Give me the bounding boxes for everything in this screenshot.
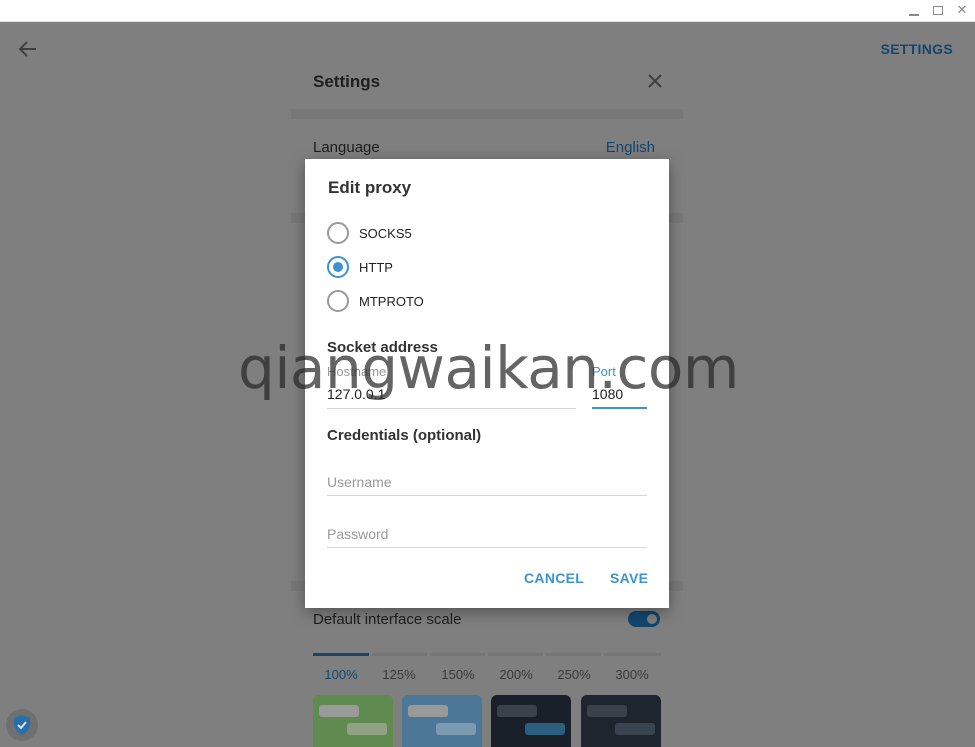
password-field[interactable] — [327, 518, 647, 548]
theme-tile-green[interactable] — [313, 695, 393, 747]
scale-segment — [546, 653, 601, 656]
close-icon: ✕ — [956, 3, 968, 18]
scale-option-125[interactable]: 125% — [371, 667, 427, 682]
scale-segment — [430, 653, 485, 656]
window-close-button[interactable]: ✕ — [954, 3, 970, 19]
minimize-button[interactable] — [906, 3, 922, 19]
theme-tile-night[interactable] — [581, 695, 661, 747]
bubble-preview — [319, 705, 359, 717]
language-value[interactable]: English — [606, 139, 655, 156]
interface-scale-toggle[interactable] — [628, 611, 660, 627]
radio-http[interactable]: HTTP — [326, 256, 526, 280]
settings-close-button[interactable] — [645, 71, 665, 91]
radio-button[interactable] — [327, 290, 349, 312]
scale-segment — [488, 653, 543, 656]
radio-label: MTPROTO — [359, 294, 424, 309]
arrow-left-icon — [18, 41, 36, 57]
radio-selected-dot — [333, 262, 343, 272]
field-underline — [327, 547, 647, 548]
save-button[interactable]: SAVE — [610, 570, 648, 586]
field-underline — [327, 408, 576, 409]
bubble-preview — [615, 723, 655, 735]
back-button[interactable] — [16, 38, 40, 60]
minimize-icon — [909, 14, 919, 16]
security-badge[interactable] — [6, 709, 38, 741]
radio-mtproto[interactable]: MTPROTO — [326, 290, 526, 314]
radio-label: HTTP — [359, 260, 393, 275]
password-input[interactable] — [327, 522, 647, 546]
scale-segment — [604, 653, 661, 656]
maximize-button[interactable] — [930, 3, 946, 19]
bubble-preview — [436, 723, 476, 735]
radio-button[interactable] — [327, 256, 349, 278]
dialog-title: Edit proxy — [328, 178, 412, 197]
username-field[interactable] — [327, 466, 647, 496]
scale-slider[interactable] — [313, 653, 661, 656]
bubble-preview — [525, 723, 565, 735]
scale-option-250[interactable]: 250% — [546, 667, 602, 682]
radio-label: SOCKS5 — [359, 226, 412, 241]
language-label: Language — [313, 139, 380, 156]
scale-option-150[interactable]: 150% — [430, 667, 486, 682]
radio-socks5[interactable]: SOCKS5 — [326, 222, 526, 246]
maximize-icon — [933, 6, 943, 15]
scale-option-200[interactable]: 200% — [488, 667, 544, 682]
field-underline — [327, 495, 647, 496]
settings-link[interactable]: SETTINGS — [881, 41, 953, 57]
theme-tile-dark[interactable] — [491, 695, 571, 747]
radio-button[interactable] — [327, 222, 349, 244]
shield-check-icon — [14, 715, 30, 735]
scale-option-300[interactable]: 300% — [604, 667, 660, 682]
cancel-button[interactable]: CANCEL — [524, 570, 584, 586]
scale-option-100[interactable]: 100% — [313, 667, 369, 682]
field-underline-focused — [592, 407, 647, 409]
scale-segment — [313, 653, 369, 656]
settings-header: Settings — [291, 51, 683, 109]
window-titlebar: ✕ — [0, 0, 975, 22]
credentials-heading: Credentials (optional) — [327, 427, 482, 444]
username-input[interactable] — [327, 470, 647, 494]
bubble-preview — [408, 705, 448, 717]
scale-segment — [372, 653, 427, 656]
bubble-preview — [347, 723, 387, 735]
theme-tile-blue[interactable] — [402, 695, 482, 747]
settings-title: Settings — [313, 72, 381, 91]
section-divider — [291, 109, 683, 119]
toggle-knob — [645, 612, 659, 626]
interface-scale-label: Default interface scale — [313, 611, 462, 628]
watermark-text: qiangwaikan.com — [238, 334, 739, 402]
bubble-preview — [587, 705, 627, 717]
bubble-preview — [497, 705, 537, 717]
close-icon — [648, 74, 662, 88]
